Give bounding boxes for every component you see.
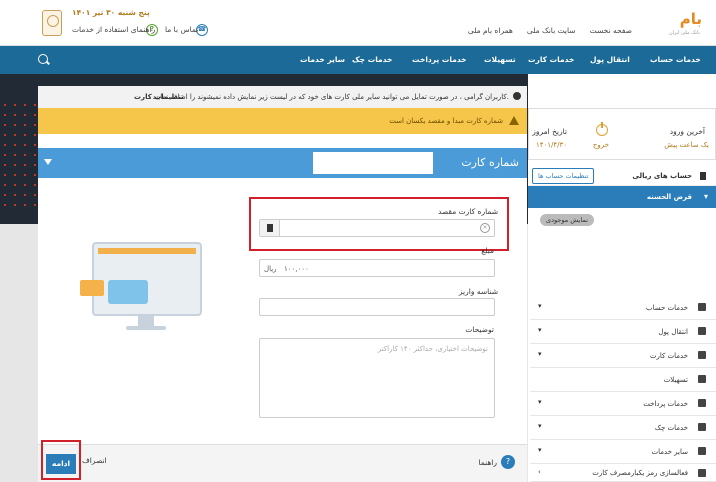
warning-notice: شماره کارت مبدا و مقصد یکسان است [38, 108, 527, 134]
card-settings-link[interactable]: تنظیمات کارت [134, 93, 184, 101]
amount-label: مبلغ [481, 246, 494, 255]
sidebar-item-payment-services[interactable]: خدمات پرداخت ▾ [530, 392, 716, 416]
sidebar-item-otp-activation[interactable]: فعالسازی رمز یکبارمصرف کارت ‹ [530, 464, 716, 482]
sidebar-item-cheque-services[interactable]: خدمات چک ▾ [530, 416, 716, 440]
transfer-icon [698, 327, 706, 335]
nav-cheque-services[interactable]: خدمات چک [352, 55, 392, 64]
amount-input[interactable]: ریال ۱۰۰,۰۰۰ [259, 259, 495, 277]
bam-logo[interactable]: بام بانک ملی ایران [652, 8, 702, 38]
card-transfer-modal: کاربران گرامی ، در صورت تمایل می توانید … [38, 86, 527, 482]
description-textarea[interactable]: توضیحات اختیاری، حداکثر ۱۴۰ کاراکتر [259, 338, 495, 418]
bank-seal-logo [42, 10, 62, 36]
caret-icon: ▾ [538, 350, 542, 358]
guide-link[interactable]: راهنمای استفاده از خدمات [72, 25, 155, 34]
bookmark-icon [700, 172, 706, 180]
chevron-down-icon: ▾ [703, 192, 708, 201]
sidebar-item-card-services[interactable]: خدمات کارت ▾ [530, 344, 716, 368]
link-bank-site[interactable]: سایت بانک ملی [527, 26, 576, 35]
today-value: ۱۴۰۱/۴/۳۰ [535, 141, 567, 149]
session-info: آخرین ورود یک ساعت پیش خروج تاریخ امروز … [528, 108, 716, 160]
contact-link[interactable]: تماس با ما [165, 25, 198, 34]
deposit-id-label: شناسه واریز [458, 287, 498, 296]
last-login-label: آخرین ورود [669, 127, 705, 136]
deposit-id-input[interactable] [259, 298, 495, 316]
continue-highlight-frame [41, 440, 81, 480]
loan-icon [698, 375, 706, 383]
chevron-down-icon[interactable] [44, 159, 52, 165]
top-links: همراه بام ملی سایت بانک ملی صفحه نخست [468, 26, 632, 35]
rial-accounts-label: حساب های ریالی [632, 172, 692, 180]
cheque-icon [698, 423, 706, 431]
logout-label[interactable]: خروج [593, 141, 609, 149]
info-icon [513, 92, 521, 100]
nav-loans[interactable]: تسهیلات [484, 55, 516, 64]
help-link[interactable]: راهنما [478, 458, 497, 467]
star-icon [698, 469, 706, 477]
help-icon[interactable]: ? [501, 455, 515, 469]
sidebar-item-transfer[interactable]: انتقال پول ▾ [530, 320, 716, 344]
account-icon [698, 303, 706, 311]
today-label: تاریخ امروز [532, 127, 567, 136]
nav-account-services[interactable]: خدمات حساب [650, 55, 701, 64]
description-label: توضیحات [465, 325, 494, 334]
main-nav: خدمات حساب انتقال پول خدمات کارت تسهیلات… [0, 46, 716, 74]
card-number-label: شماره کارت [461, 156, 519, 169]
top-header: بام بانک ملی ایران همراه بام ملی سایت با… [0, 0, 716, 46]
qard-label: قرض الحسنه [646, 193, 692, 201]
rial-accounts-row[interactable]: حساب های ریالی تنظیمات حساب ها [528, 166, 716, 186]
card-icon [698, 351, 706, 359]
brand-sub: بانک ملی ایران [668, 30, 700, 36]
account-settings-button[interactable]: تنظیمات حساب ها [532, 168, 595, 184]
sidebar-item-other-services[interactable]: سایر خدمات ▾ [530, 440, 716, 464]
nav-payment-services[interactable]: خدمات پرداخت [412, 55, 467, 64]
warning-icon [509, 116, 519, 125]
amount-value: ۱۰۰,۰۰۰ [284, 265, 309, 273]
modal-footer: ? راهنما انصراف ادامه [38, 444, 527, 482]
nav-card-services[interactable]: خدمات کارت [528, 55, 574, 64]
show-balance-button[interactable]: نمایش موجودی [540, 214, 594, 226]
chat-icon [698, 447, 706, 455]
last-login-value: یک ساعت پیش [664, 141, 709, 149]
warning-text: شماره کارت مبدا و مقصد یکسان است [389, 117, 503, 125]
source-card-selector[interactable]: شماره کارت [38, 148, 527, 178]
search-icon[interactable] [38, 54, 48, 64]
amount-unit: ریال [264, 265, 277, 273]
caret-icon: ▾ [538, 398, 542, 406]
current-date: پنج شنبه ۳۰ تیر ۱۴۰۱ [72, 8, 150, 17]
brand-name: بام [679, 10, 702, 28]
power-icon[interactable] [596, 122, 608, 136]
payment-icon [698, 399, 706, 407]
link-mobile-app[interactable]: همراه بام ملی [468, 26, 513, 35]
nav-other-services[interactable]: سایر خدمات [300, 55, 345, 64]
caret-icon: ▾ [538, 446, 542, 454]
caret-icon: ▾ [538, 326, 542, 334]
highlight-frame [249, 197, 509, 251]
decorative-dots [0, 100, 38, 210]
computer-illustration [80, 242, 202, 332]
sidebar-item-account-services[interactable]: خدمات حساب ▾ [530, 296, 716, 320]
caret-icon: ▾ [538, 302, 542, 310]
info-notice: کاربران گرامی ، در صورت تمایل می توانید … [38, 86, 527, 108]
caret-icon: ▾ [538, 422, 542, 430]
nav-transfer[interactable]: انتقال پول [590, 55, 630, 64]
sidebar-item-loans[interactable]: تسهیلات [530, 368, 716, 392]
chevron-left-icon: ‹ [538, 468, 541, 476]
qard-account-tab[interactable]: قرض الحسنه ▾ [528, 186, 716, 208]
cancel-button[interactable]: انصراف [82, 456, 107, 465]
description-placeholder: توضیحات اختیاری، حداکثر ۱۴۰ کاراکتر [377, 345, 488, 353]
source-card-input[interactable] [313, 152, 433, 174]
link-home[interactable]: صفحه نخست [590, 26, 632, 35]
